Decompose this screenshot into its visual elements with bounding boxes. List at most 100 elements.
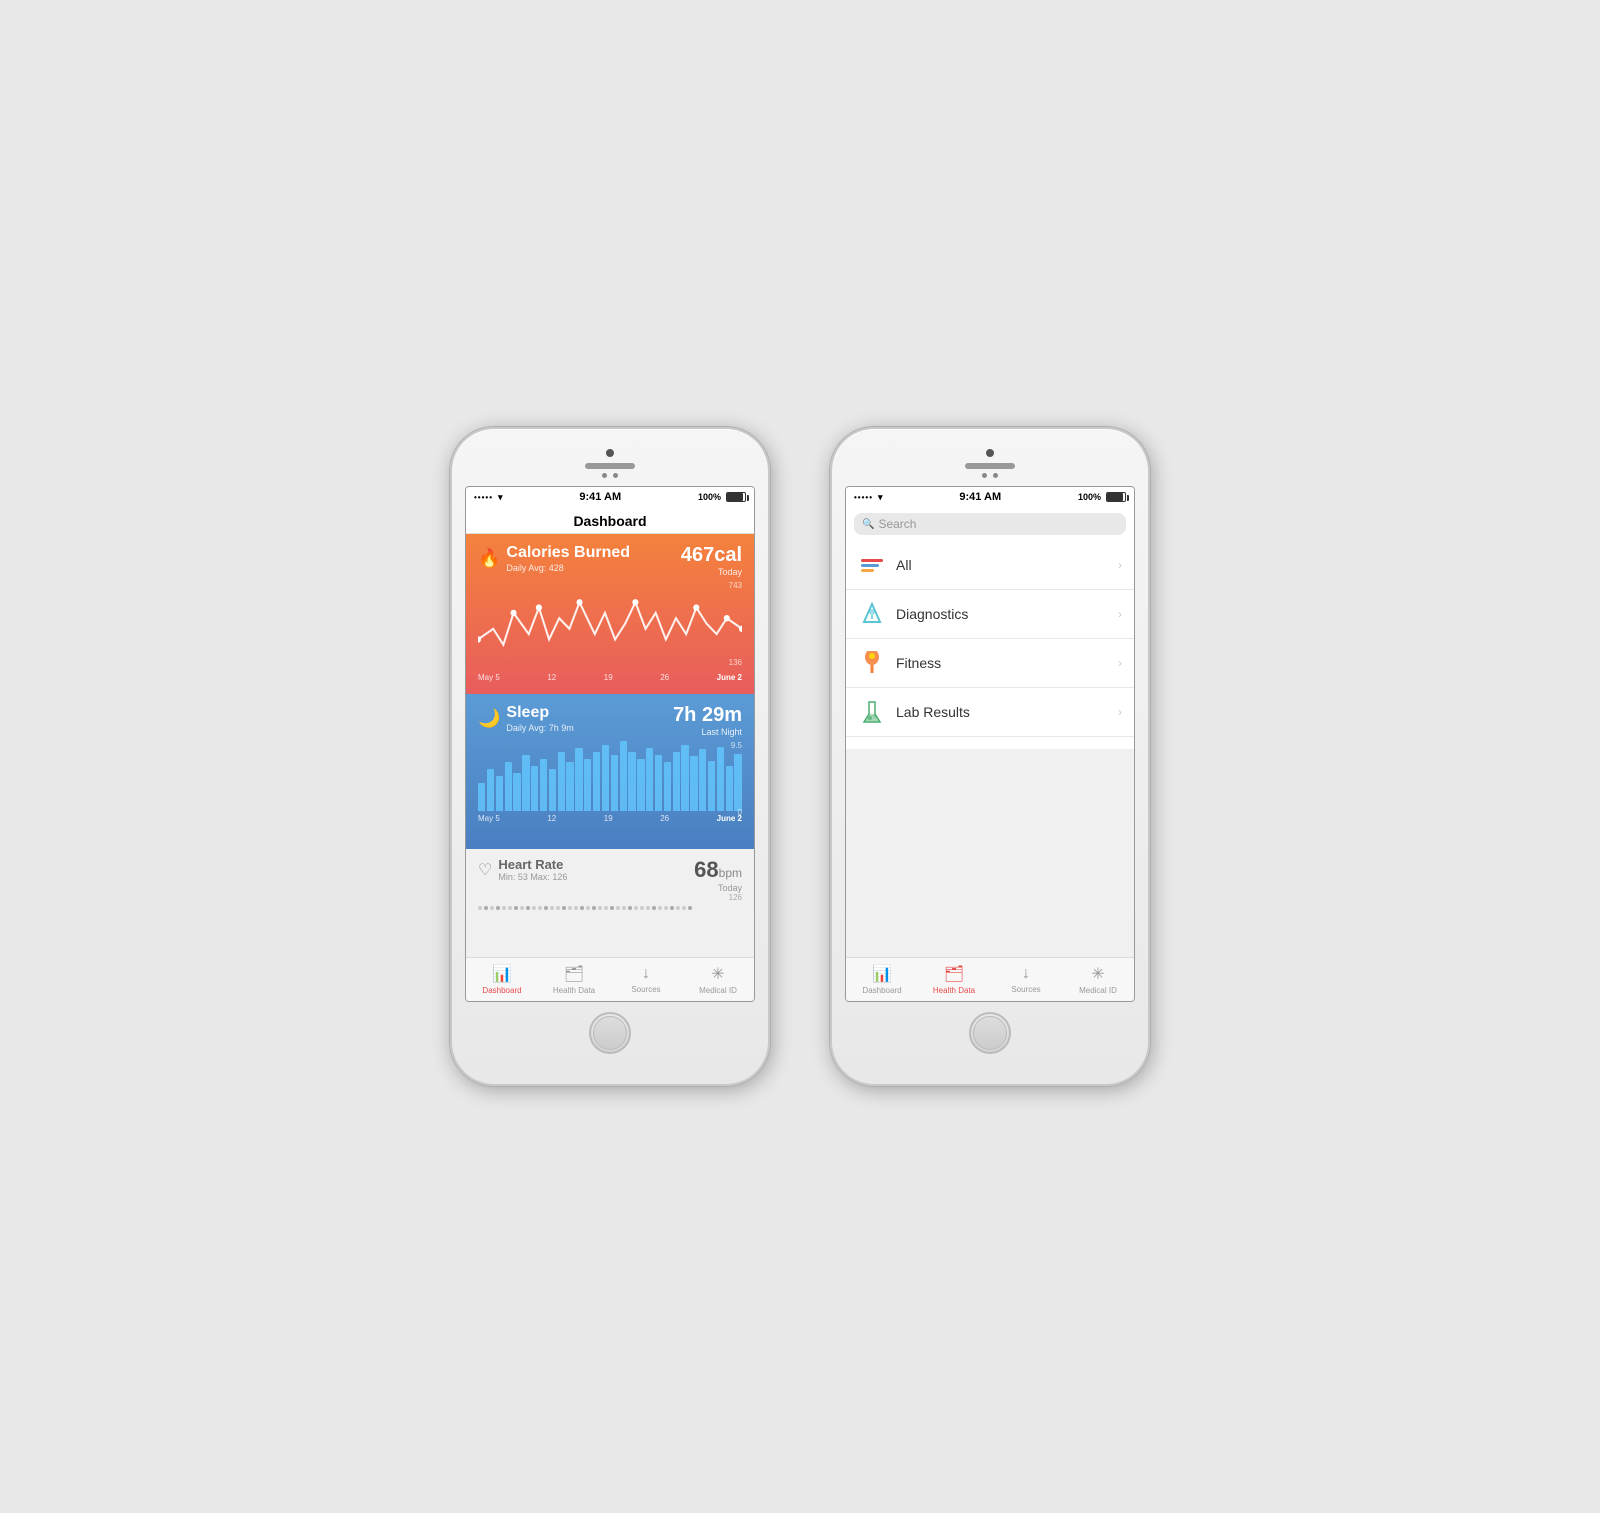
heart-chart-max: 126	[478, 893, 742, 902]
screen-title: Dashboard	[466, 507, 754, 534]
sleep-max: 9.5	[731, 741, 742, 750]
date-12: 12	[547, 673, 556, 682]
heart-dot	[568, 906, 572, 910]
calories-min: 136	[729, 658, 742, 667]
list-item-diagnostics[interactable]: Diagnostics ›	[846, 590, 1134, 639]
heart-dot	[646, 906, 650, 910]
home-button[interactable]	[589, 1012, 631, 1054]
battery-percent: 100%	[698, 492, 721, 502]
diagnostics-icon	[858, 600, 886, 628]
date-26: 26	[660, 673, 669, 682]
calories-value-group: 467cal Today	[681, 544, 742, 577]
medical-id-icon: ✳	[711, 964, 724, 984]
fitness-icon	[858, 649, 886, 677]
status-time: 9:41 AM	[579, 491, 621, 503]
heart-dot	[610, 906, 614, 910]
status-right-2: 100%	[1078, 492, 1126, 502]
tab2-medical-id-label: Medical ID	[1079, 986, 1117, 995]
list-item-me[interactable]: Me ›	[846, 737, 1134, 749]
heart-header: ♡ Heart Rate Min: 53 Max: 126 68 bpm Tod…	[478, 857, 742, 893]
tab-medical-id[interactable]: ✳ Medical ID	[682, 958, 754, 1001]
calories-line-chart	[478, 581, 742, 666]
list-item-fitness[interactable]: Fitness ›	[846, 639, 1134, 688]
sensor-dot-3	[982, 473, 987, 478]
signal-dots-2: •••••	[854, 493, 873, 502]
sensor-dot-4	[993, 473, 998, 478]
tab2-sources[interactable]: ↓ Sources	[990, 958, 1062, 1001]
calories-header: 🔥 Calories Burned Daily Avg: 428 467cal …	[478, 544, 742, 577]
camera-2	[986, 449, 994, 457]
sleep-date-12: 12	[547, 814, 556, 823]
speaker	[585, 463, 635, 469]
calories-title: Calories Burned	[506, 544, 630, 562]
heart-dot	[676, 906, 680, 910]
tab2-dashboard[interactable]: 📊 Dashboard	[846, 958, 918, 1001]
heart-dot	[658, 906, 662, 910]
all-chevron: ›	[1118, 558, 1122, 572]
search-bar[interactable]: 🔍 Search	[854, 513, 1126, 535]
status-right: 100%	[698, 492, 746, 502]
tab-sources[interactable]: ↓ Sources	[610, 958, 682, 1001]
heart-dot	[574, 906, 578, 910]
sleep-date-26: 26	[660, 814, 669, 823]
heart-subtitle: Min: 53 Max: 126	[498, 872, 567, 882]
speaker-2	[965, 463, 1015, 469]
sensors-2	[982, 473, 998, 478]
calories-max: 743	[729, 581, 742, 590]
tab2-medical-id[interactable]: ✳ Medical ID	[1062, 958, 1134, 1001]
battery-fill	[727, 493, 743, 501]
heart-dot	[616, 906, 620, 910]
search-icon: 🔍	[862, 519, 874, 530]
lab-label: Lab Results	[896, 704, 1118, 720]
home-button-2[interactable]	[969, 1012, 1011, 1054]
heart-dots	[478, 906, 742, 910]
heart-dot	[562, 906, 566, 910]
tab-sources-label: Sources	[631, 985, 660, 994]
heart-dot	[682, 906, 686, 910]
heart-dot	[550, 906, 554, 910]
tab-bar: 📊 Dashboard 🗂 Health Data ↓ Sources ✳ Me…	[466, 957, 754, 1001]
phone2-top	[844, 449, 1136, 478]
diagnostics-label: Diagnostics	[896, 606, 1118, 622]
heart-dot	[544, 906, 548, 910]
heart-dot	[622, 906, 626, 910]
wifi-icon: ▾	[498, 492, 503, 503]
heart-dot	[604, 906, 608, 910]
heart-dot	[478, 906, 482, 910]
heart-title-group: ♡ Heart Rate Min: 53 Max: 126	[478, 857, 567, 882]
calories-value: 467cal	[681, 544, 742, 567]
tab2-health-data[interactable]: 🗂 Health Data	[918, 958, 990, 1001]
calories-card: 🔥 Calories Burned Daily Avg: 428 467cal …	[466, 534, 754, 694]
sleep-dates: May 5 12 19 26 June 2	[478, 814, 742, 823]
heart-rate-card: ♡ Heart Rate Min: 53 Max: 126 68 bpm Tod…	[466, 849, 754, 957]
tab2-dashboard-icon: 📊	[872, 964, 892, 984]
battery-percent-2: 100%	[1078, 492, 1101, 502]
list-item-lab[interactable]: Lab Results ›	[846, 688, 1134, 737]
tab-health-data[interactable]: 🗂 Health Data	[538, 958, 610, 1001]
wifi-icon-2: ▾	[878, 492, 883, 503]
screen-2: ••••• ▾ 9:41 AM 100% 🔍 Search	[845, 486, 1135, 1002]
heart-unit: bpm	[719, 866, 742, 880]
heart-dot	[532, 906, 536, 910]
calories-dates: May 5 12 19 26 June 2	[478, 673, 742, 682]
heart-value: 68	[694, 857, 718, 883]
status-bar-2: ••••• ▾ 9:41 AM 100%	[846, 487, 1134, 507]
list-item-all[interactable]: All ›	[846, 541, 1134, 590]
sensor-dot-2	[613, 473, 618, 478]
calories-title-group: 🔥 Calories Burned Daily Avg: 428	[478, 544, 630, 573]
sleep-value-group: 7h 29m Last Night	[673, 704, 742, 737]
sleep-date-19: 19	[604, 814, 613, 823]
all-label: All	[896, 557, 1118, 573]
sleep-subtitle: Daily Avg: 7h 9m	[506, 723, 573, 733]
tab-dashboard[interactable]: 📊 Dashboard	[466, 958, 538, 1001]
tab2-dashboard-label: Dashboard	[862, 986, 901, 995]
heart-dot	[580, 906, 584, 910]
date-may5: May 5	[478, 673, 500, 682]
sleep-card: 🌙 Sleep Daily Avg: 7h 9m 7h 29m Last Nig…	[466, 694, 754, 849]
tab2-medical-id-icon: ✳	[1091, 964, 1104, 984]
heart-dot	[556, 906, 560, 910]
sleep-chart: 9.5 0	[478, 741, 742, 831]
home-button-inner	[593, 1016, 627, 1050]
heart-dot	[526, 906, 530, 910]
heart-dot	[592, 906, 596, 910]
